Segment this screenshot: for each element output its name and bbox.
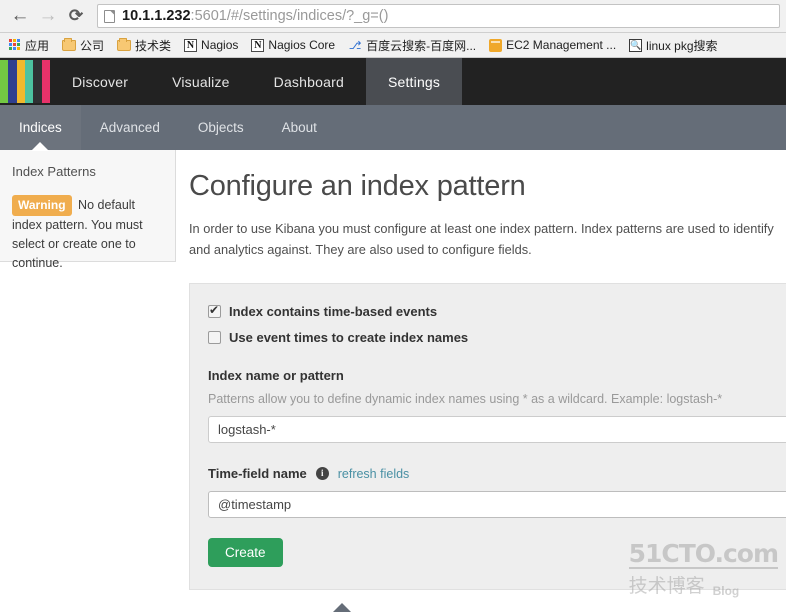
refresh-fields-link[interactable]: refresh fields <box>338 467 410 481</box>
index-patterns-sidebar: Index Patterns Warning No default index … <box>0 150 176 270</box>
bookmark-label: 公司 <box>80 38 105 53</box>
bookmark-nagios-core[interactable]: N Nagios Core <box>246 36 340 54</box>
baidu-paw-icon: ⎇ <box>348 39 362 52</box>
nav-item-settings[interactable]: Settings <box>365 58 463 105</box>
info-circle-icon[interactable]: i <box>315 467 329 481</box>
bookmark-label: linux pkg搜索 <box>646 38 718 53</box>
index-pattern-form-panel: Index contains time-based events Use eve… <box>189 283 786 591</box>
bookmark-ec2[interactable]: EC2 Management ... <box>484 36 621 54</box>
bookmark-label: Nagios Core <box>268 38 336 52</box>
main-content: Configure an index pattern In order to u… <box>176 150 786 612</box>
apps-grid-icon <box>9 39 21 51</box>
bookmark-baidu[interactable]: ⎇ 百度云搜索-百度网... <box>343 35 481 56</box>
folder-icon <box>62 37 77 51</box>
reload-icon[interactable]: ⟳ <box>62 2 90 30</box>
bookmark-company[interactable]: 公司 <box>57 35 109 56</box>
time-field-group: Time-field name i refresh fields @timest… <box>208 466 786 519</box>
index-pattern-label-text: Index name or pattern <box>208 368 344 384</box>
index-pattern-input[interactable]: logstash-* <box>208 416 786 444</box>
bookmarks-bar: 应用 公司 技术类 N Nagios N Nagios Core ⎇ 百度云搜索… <box>0 33 786 58</box>
bookmark-label: 百度云搜索-百度网... <box>366 38 477 53</box>
index-pattern-help-text: Patterns allow you to define dynamic ind… <box>208 392 723 407</box>
sidebar-title: Index Patterns <box>12 164 96 179</box>
bookmark-tech[interactable]: 技术类 <box>112 35 176 56</box>
kibana-top-nav-items: Discover Visualize Dashboard Settings <box>50 58 463 105</box>
page-intro-text: In order to use Kibana you must configur… <box>189 221 774 257</box>
folder-icon <box>117 37 132 51</box>
bookmark-label: Nagios <box>201 38 239 52</box>
nav-item-visualize[interactable]: Visualize <box>150 58 252 105</box>
kibana-logo <box>0 58 50 105</box>
create-button[interactable]: Create <box>208 538 283 568</box>
index-pattern-field-group: Index name or pattern Patterns allow you… <box>208 368 786 444</box>
back-arrow-icon[interactable]: ← <box>6 2 34 30</box>
page-document-icon <box>104 9 115 23</box>
tab-about[interactable]: About <box>263 105 336 150</box>
time-field-label-text: Time-field name <box>208 466 307 482</box>
tab-indices[interactable]: Indices <box>0 105 81 150</box>
checkbox-time-based-label[interactable]: Index contains time-based events <box>229 304 437 319</box>
url-path: :5601/#/settings/indices/?_g=() <box>190 8 389 24</box>
time-field-select[interactable]: @timestamp <box>208 491 786 519</box>
url-text: 10.1.1.232:5601/#/settings/indices/?_g=(… <box>122 8 388 24</box>
bookmark-label: EC2 Management ... <box>506 38 617 52</box>
bookmark-nagios[interactable]: N Nagios <box>179 36 243 54</box>
magnifier-icon: 🔍 <box>629 38 643 52</box>
nagios-n-icon: N <box>184 38 198 52</box>
bookmark-label: 技术类 <box>135 38 172 53</box>
bookmark-label: 应用 <box>25 38 50 53</box>
url-host: 10.1.1.232 <box>122 8 191 24</box>
tab-objects[interactable]: Objects <box>179 105 263 150</box>
browser-toolbar: ← → ⟳ 10.1.1.232:5601/#/settings/indices… <box>0 0 786 33</box>
kibana-sub-nav: Indices Advanced Objects About <box>0 105 786 150</box>
forward-arrow-icon[interactable]: → <box>34 2 62 30</box>
checkbox-row-time-based[interactable]: Index contains time-based events <box>208 303 786 319</box>
time-field-label: Time-field name i refresh fields <box>208 466 786 481</box>
checkbox-time-based-events[interactable] <box>208 303 221 319</box>
ec2-cube-icon <box>489 38 503 52</box>
url-bar[interactable]: 10.1.1.232:5601/#/settings/indices/?_g=(… <box>97 4 780 28</box>
nav-item-dashboard[interactable]: Dashboard <box>252 58 366 105</box>
page-title: Configure an index pattern <box>189 170 526 202</box>
index-pattern-label: Index name or pattern <box>208 368 786 383</box>
no-default-pattern-warning: Warning No default index pattern. You mu… <box>12 195 163 274</box>
bookmark-apps[interactable]: 应用 <box>4 35 54 56</box>
tab-advanced[interactable]: Advanced <box>81 105 179 150</box>
checkbox-use-event-times[interactable] <box>208 331 221 345</box>
kibana-app: Discover Visualize Dashboard Settings In… <box>0 58 786 612</box>
checkbox-use-event-times-label[interactable]: Use event times to create index names <box>229 330 468 345</box>
checkbox-row-event-times[interactable]: Use event times to create index names <box>208 330 786 345</box>
status-badge: Warning <box>12 195 72 216</box>
kibana-body: Index Patterns Warning No default index … <box>0 150 786 612</box>
kibana-top-nav: Discover Visualize Dashboard Settings <box>0 58 786 105</box>
nav-item-discover[interactable]: Discover <box>50 58 150 105</box>
bookmark-linux-pkg[interactable]: 🔍 linux pkg搜索 <box>624 35 722 56</box>
nagios-n-icon: N <box>251 38 265 52</box>
